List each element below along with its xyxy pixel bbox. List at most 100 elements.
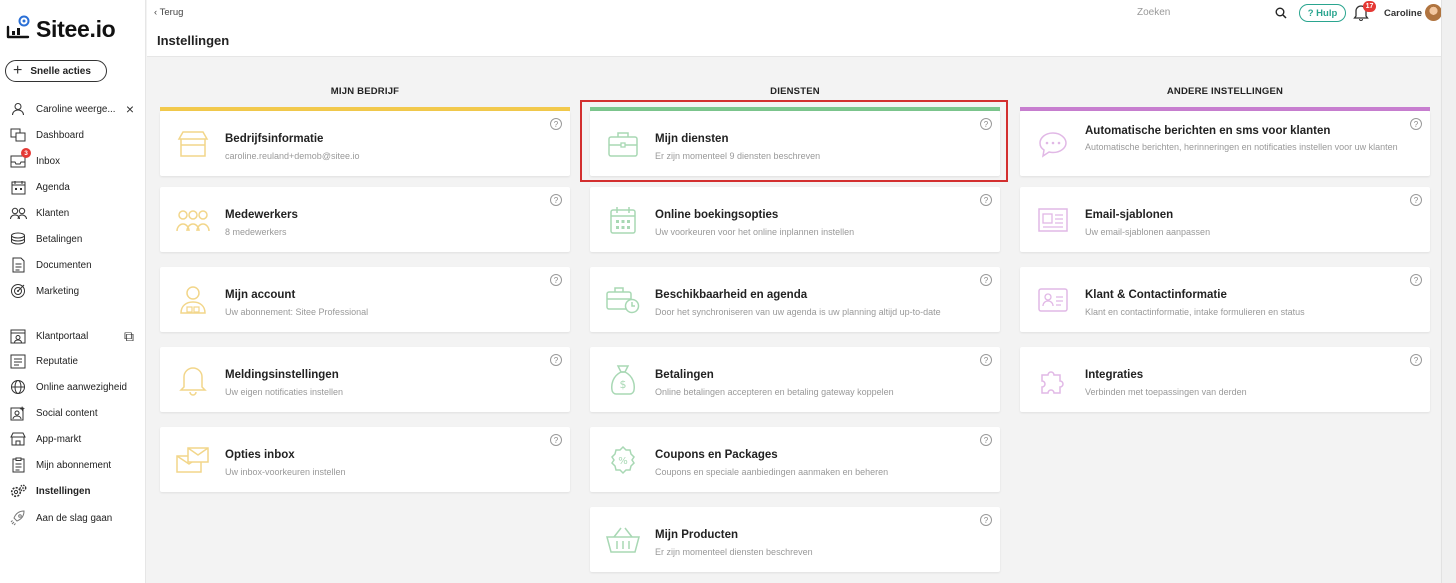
card-description: Uw eigen notificaties instellen [225,387,344,397]
help-icon[interactable]: ? [980,434,992,446]
sidebar-item-label: Aan de slag gaan [36,512,113,524]
svg-text:%: % [618,456,628,467]
column-title-andere: ANDERE INSTELLINGEN [1166,86,1284,97]
card-title: Automatische berichten en sms voor klant… [1085,125,1331,137]
help-icon[interactable]: ? [980,274,992,286]
sidebar-item-instellingen[interactable]: Instellingen [0,480,146,502]
money-bag-icon: $ [606,363,640,397]
selection-highlight [580,100,1008,182]
card-meldingsinstellingen[interactable]: Meldingsinstellingen Uw eigen notificati… [160,347,570,412]
sidebar-item-label: Klanten [36,207,70,219]
sidebar-item-label: Caroline weerge... [36,103,116,115]
help-icon[interactable]: ? [550,274,562,286]
card-title: Betalingen [655,369,714,381]
card-coupons-packages[interactable]: % Coupons en Packages Coupons en special… [590,427,1000,492]
sidebar-item-reputatie[interactable]: Reputatie [0,350,146,372]
close-icon[interactable]: × [126,101,134,117]
scrollbar[interactable] [1441,0,1456,583]
users-icon [9,204,27,222]
notification-badge: 17 [1363,1,1376,12]
sidebar-item-documenten[interactable]: Documenten [0,254,146,276]
help-icon[interactable]: ? [550,194,562,206]
search-box[interactable]: Zoeken [1129,3,1293,22]
card-online-boekingsopties[interactable]: Online boekingsopties Uw voorkeuren voor… [590,187,1000,252]
sidebar-item-label: Documenten [36,259,92,271]
search-icon[interactable] [1275,7,1287,19]
sidebar-item-online-aanwezigheid[interactable]: Online aanwezigheid [0,376,146,398]
help-icon[interactable]: ? [980,354,992,366]
external-link-icon[interactable]: ⧉ [124,328,134,345]
sidebar-item-label: Mijn abonnement [36,459,112,471]
card-description: Door het synchroniseren van uw agenda is… [655,307,941,317]
page-title: Instellingen [157,33,230,48]
help-icon[interactable]: ? [1410,354,1422,366]
card-title: Email-sjablonen [1085,209,1174,221]
card-description: Uw inbox-voorkeuren instellen [225,467,346,477]
card-description: Uw voorkeuren voor het online inplannen … [655,227,855,237]
store-icon [9,430,27,448]
help-icon[interactable]: ? [1410,118,1422,130]
card-opties-inbox[interactable]: Opties inbox Uw inbox-voorkeuren instell… [160,427,570,492]
sidebar-item-social-content[interactable]: Social content [0,402,146,424]
card-title: Coupons en Packages [655,449,778,461]
sidebar-item-klantportaal[interactable]: Klantportaal ⧉ [0,325,146,347]
target-icon [9,282,27,300]
avatar[interactable] [1425,4,1442,21]
sidebar-item-klanten[interactable]: Klanten [0,202,146,224]
logo-icon [5,14,31,45]
help-button[interactable]: ? Hulp [1299,4,1346,22]
card-beschikbaarheid-agenda[interactable]: Beschikbaarheid en agenda Door het synch… [590,267,1000,332]
sidebar-item-marketing[interactable]: Marketing [0,280,146,302]
notifications-button[interactable]: 17 [1353,1,1376,22]
help-icon[interactable]: ? [1410,194,1422,206]
search-input[interactable]: Zoeken [1137,7,1275,18]
sidebar-item-label: Inbox [36,155,60,167]
help-icon[interactable]: ? [980,194,992,206]
sidebar-item-aan-de-slag[interactable]: Aan de slag gaan [0,507,146,529]
sidebar-item-agenda[interactable]: Agenda [0,176,146,198]
help-icon[interactable]: ? [980,514,992,526]
sidebar-item-profile[interactable]: Caroline weerge... × [0,98,146,120]
card-betalingen[interactable]: $ Betalingen Online betalingen acceptere… [590,347,1000,412]
logo-text: Sitee.io [36,16,116,42]
sidebar-item-betalingen[interactable]: Betalingen [0,228,146,250]
card-bedrijfsinformatie[interactable]: Bedrijfsinformatie caroline.reuland+demo… [160,111,570,176]
help-icon[interactable]: ? [550,354,562,366]
card-title: Klant & Contactinformatie [1085,289,1227,301]
card-medewerkers[interactable]: Medewerkers 8 medewerkers ? [160,187,570,252]
quick-actions-button[interactable]: + Snelle acties [5,60,107,82]
card-mijn-producten[interactable]: Mijn Producten Er zijn momenteel dienste… [590,507,1000,572]
card-title: Mijn account [225,289,296,301]
team-icon [176,203,210,237]
help-icon[interactable]: ? [550,118,562,130]
card-automatische-berichten[interactable]: Automatische berichten en sms voor klant… [1020,111,1430,176]
top-header: ‹ Terug Instellingen Zoeken ? Hulp 17 Ca… [147,0,1442,57]
sidebar: Sitee.io + Snelle acties Caroline weerge… [0,0,146,583]
card-description: Verbinden met toepassingen van derden [1085,387,1247,397]
card-klant-contactinformatie[interactable]: Klant & Contactinformatie Klant en conta… [1020,267,1430,332]
card-email-sjablonen[interactable]: Email-sjablonen Uw email-sjablonen aanpa… [1020,187,1430,252]
help-icon[interactable]: ? [550,434,562,446]
sidebar-item-label: Social content [36,407,98,419]
card-description: Uw abonnement: Sitee Professional [225,307,369,317]
user-name[interactable]: Caroline [1384,8,1422,19]
help-icon[interactable]: ? [1410,274,1422,286]
puzzle-icon [1036,363,1070,397]
card-mijn-account[interactable]: Mijn account Uw abonnement: Sitee Profes… [160,267,570,332]
column-title-diensten: DIENSTEN [770,86,820,97]
contact-card-icon [1036,283,1070,317]
card-integraties[interactable]: Integraties Verbinden met toepassingen v… [1020,347,1430,412]
card-title: Medewerkers [225,209,298,221]
back-link[interactable]: ‹ Terug [154,7,183,18]
dashboard-icon [9,126,27,144]
sidebar-item-mijn-abonnement[interactable]: Mijn abonnement [0,454,146,476]
sidebar-item-label: Dashboard [36,129,84,141]
logo[interactable]: Sitee.io [5,14,116,45]
sidebar-item-label: App-markt [36,433,82,445]
card-description: Uw email-sjablonen aanpassen [1085,227,1211,237]
portal-icon [9,327,27,345]
sidebar-item-dashboard[interactable]: Dashboard [0,124,146,146]
sidebar-item-app-markt[interactable]: App-markt [0,428,146,450]
sidebar-item-inbox[interactable]: 3 Inbox [0,148,146,172]
card-title: Opties inbox [225,449,295,461]
